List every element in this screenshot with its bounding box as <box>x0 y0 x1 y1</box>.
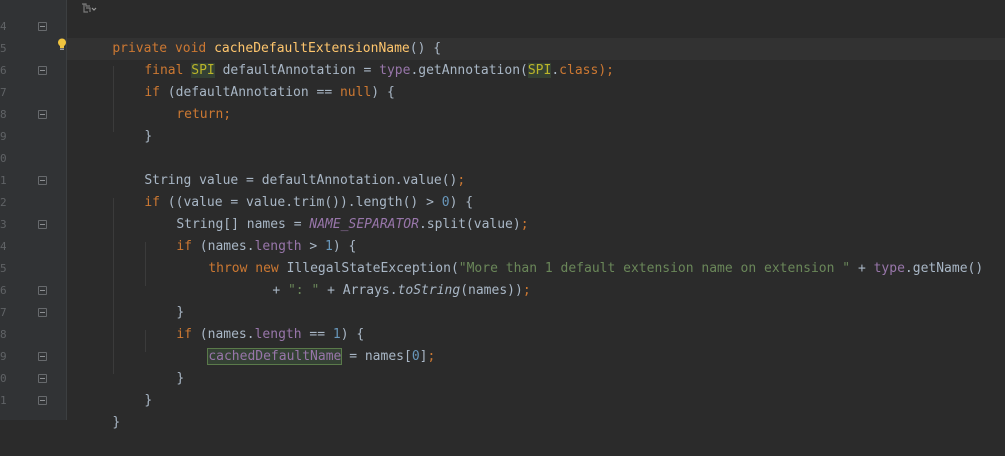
line-number: 2 <box>0 196 6 209</box>
code-line: String[] names = NAME_SEPARATOR.split(va… <box>176 217 529 232</box>
fold-marker[interactable] <box>38 22 47 31</box>
line-number: 8 <box>0 108 6 121</box>
code-line: private void cacheDefaultExtensionName()… <box>112 41 442 56</box>
line-number: 4 <box>0 20 6 33</box>
line-number: 6 <box>0 284 6 297</box>
line-number: 1 <box>0 394 6 407</box>
line-number: 6 <box>0 64 6 77</box>
fold-marker[interactable] <box>38 396 47 405</box>
line-number: 5 <box>0 42 6 55</box>
lightbulb-icon[interactable] <box>57 38 67 51</box>
line-number: 9 <box>0 130 6 143</box>
line-number: 7 <box>0 306 6 319</box>
code-line: if (names.length == 1) { <box>176 327 365 342</box>
fold-marker[interactable] <box>38 308 47 317</box>
line-number: 8 <box>0 328 6 341</box>
line-number: 1 <box>0 174 6 187</box>
fold-marker[interactable] <box>38 220 47 229</box>
gutter <box>0 0 66 420</box>
code-line: } <box>176 371 185 386</box>
code-line: cachedDefaultName = names[0]; <box>207 348 436 365</box>
fold-marker[interactable] <box>38 176 47 185</box>
line-number: 3 <box>0 218 6 231</box>
code-line: } <box>144 129 153 144</box>
fold-marker[interactable] <box>38 352 47 361</box>
line-number: 0 <box>0 372 6 385</box>
line-number: 4 <box>0 240 6 253</box>
fold-marker[interactable] <box>38 110 47 119</box>
fold-marker[interactable] <box>38 286 47 295</box>
code-line: + ": " + Arrays.toString(names)); <box>272 283 531 298</box>
code-line: String value = defaultAnnotation.value()… <box>144 173 466 188</box>
code-line: return; <box>176 107 232 122</box>
code-line: if (defaultAnnotation == null) { <box>144 85 395 100</box>
fold-marker[interactable] <box>38 66 47 75</box>
code-line: throw new IllegalStateException("More th… <box>208 261 984 276</box>
line-number: 9 <box>0 350 6 363</box>
code-line: if (names.length > 1) { <box>176 239 357 254</box>
code-line: } <box>112 415 121 430</box>
code-line: final SPI defaultAnnotation = type.getAn… <box>144 63 614 78</box>
code-line: } <box>176 305 185 320</box>
line-number: 5 <box>0 262 6 275</box>
fold-marker[interactable] <box>38 374 47 383</box>
line-number: 0 <box>0 152 6 165</box>
code-line: if ((value = value.trim()).length() > 0)… <box>144 195 474 210</box>
line-number: 7 <box>0 86 6 99</box>
code-editor[interactable]: private void cacheDefaultExtensionName()… <box>67 0 1005 430</box>
code-line: } <box>144 393 153 408</box>
